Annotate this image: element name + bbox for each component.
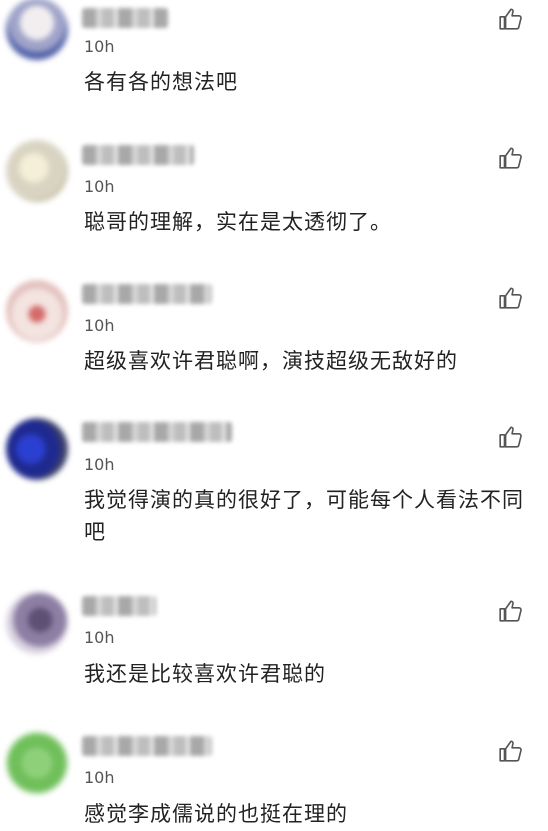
comment-time: 10h (84, 768, 115, 787)
comment-text: 超级喜欢许君聪啊，演技超级无敌好的 (84, 349, 458, 373)
username-blurred[interactable] (82, 8, 168, 28)
username-blurred[interactable] (82, 736, 212, 756)
username-blurred[interactable] (82, 284, 212, 304)
thumbs-up-icon (499, 8, 522, 30)
like-button[interactable] (498, 6, 524, 32)
avatar[interactable] (6, 280, 68, 342)
thumbs-up-icon (499, 740, 522, 762)
comment-text: 感觉李成儒说的也挺在理的 (84, 802, 348, 826)
avatar[interactable] (6, 732, 68, 794)
like-button[interactable] (498, 598, 524, 624)
comment-time: 10h (84, 177, 115, 196)
like-button[interactable] (498, 145, 524, 171)
avatar[interactable] (6, 418, 68, 480)
comment-time: 10h (84, 37, 115, 56)
avatar[interactable] (6, 140, 68, 202)
comment-time: 10h (84, 455, 115, 474)
thumbs-up-icon (499, 600, 522, 622)
comment-text: 我还是比较喜欢许君聪的 (84, 662, 326, 686)
comment-text: 各有各的想法吧 (84, 70, 238, 94)
avatar[interactable] (6, 592, 68, 654)
comment-time: 10h (84, 628, 115, 647)
comment-time: 10h (84, 316, 115, 335)
like-button[interactable] (498, 424, 524, 450)
username-blurred[interactable] (82, 422, 232, 442)
comment-text: 聪哥的理解，实在是太透彻了。 (84, 210, 392, 234)
like-button[interactable] (498, 738, 524, 764)
thumbs-up-icon (499, 287, 522, 309)
like-button[interactable] (498, 285, 524, 311)
username-blurred[interactable] (82, 596, 156, 616)
username-blurred[interactable] (82, 145, 194, 165)
thumbs-up-icon (499, 426, 522, 448)
comment-text: 我觉得演的真的很好了，可能每个人看法不同吧 (84, 488, 524, 544)
avatar[interactable] (6, 0, 68, 60)
thumbs-up-icon (499, 147, 522, 169)
